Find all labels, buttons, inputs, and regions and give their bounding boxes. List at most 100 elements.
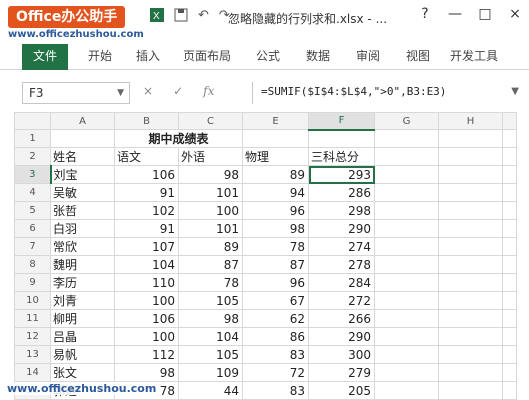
cell[interactable]	[374, 291, 439, 310]
cell[interactable]	[438, 381, 503, 400]
cell-name[interactable]: 张哲	[50, 201, 115, 220]
cell-english[interactable]: 105	[178, 345, 243, 364]
cell-english[interactable]: 101	[178, 219, 243, 238]
cell-physics[interactable]: 94	[242, 183, 309, 202]
cell[interactable]	[374, 273, 439, 292]
row-header[interactable]: 8	[14, 255, 51, 274]
cell[interactable]	[50, 129, 115, 148]
restore-button[interactable]: □	[477, 6, 493, 22]
column-header-e[interactable]: E	[242, 112, 309, 130]
cell-name[interactable]: 柳明	[50, 309, 115, 328]
cell[interactable]	[374, 219, 439, 238]
cell-total[interactable]: 293	[308, 165, 375, 184]
cell-physics[interactable]: 96	[242, 201, 309, 220]
cell[interactable]	[502, 219, 517, 238]
cell-english[interactable]: 89	[178, 237, 243, 256]
cell[interactable]	[438, 255, 503, 274]
cell-english[interactable]: 78	[178, 273, 243, 292]
cell[interactable]	[374, 327, 439, 346]
cell[interactable]	[374, 147, 439, 166]
cell-english[interactable]: 101	[178, 183, 243, 202]
cell[interactable]	[438, 129, 503, 148]
row-header[interactable]: 3	[14, 165, 52, 184]
cell-name[interactable]: 吴敏	[50, 183, 115, 202]
cell-total[interactable]: 279	[308, 363, 375, 382]
tab-data[interactable]: 数据	[298, 46, 338, 70]
cell-total[interactable]: 290	[308, 327, 375, 346]
cell-name[interactable]: 刘青	[50, 291, 115, 310]
row-header[interactable]: 12	[14, 327, 51, 346]
cell[interactable]	[438, 273, 503, 292]
cell[interactable]	[502, 201, 517, 220]
sheet-title[interactable]: 期中成绩表	[114, 129, 243, 148]
cell[interactable]	[438, 237, 503, 256]
row-header[interactable]: 13	[14, 345, 51, 364]
cell-total[interactable]: 298	[308, 201, 375, 220]
cell[interactable]	[374, 165, 439, 184]
cell-chinese[interactable]: 107	[114, 237, 179, 256]
cell[interactable]	[438, 183, 503, 202]
tab-formulas[interactable]: 公式	[248, 46, 288, 70]
cell-chinese[interactable]: 104	[114, 255, 179, 274]
row-header[interactable]: 1	[14, 129, 51, 148]
tab-home[interactable]: 开始	[80, 46, 120, 70]
header-cell-physics[interactable]: 物理	[242, 147, 309, 166]
cell[interactable]	[438, 327, 503, 346]
cell[interactable]	[502, 273, 517, 292]
cell-physics[interactable]: 72	[242, 363, 309, 382]
cell-english[interactable]: 98	[178, 165, 243, 184]
cell-chinese[interactable]: 100	[114, 291, 179, 310]
cell-total[interactable]: 290	[308, 219, 375, 238]
row-header[interactable]: 9	[14, 273, 51, 292]
header-cell-chinese[interactable]: 语文	[114, 147, 179, 166]
cell[interactable]	[438, 309, 503, 328]
tab-view[interactable]: 视图	[398, 46, 438, 70]
tab-insert[interactable]: 插入	[128, 46, 168, 70]
cell-physics[interactable]: 86	[242, 327, 309, 346]
cell[interactable]	[438, 219, 503, 238]
cell-chinese[interactable]: 98	[114, 363, 179, 382]
cell-chinese[interactable]: 91	[114, 219, 179, 238]
cell-physics[interactable]: 62	[242, 309, 309, 328]
row-header[interactable]: 7	[14, 237, 51, 256]
cell-english[interactable]: 44	[178, 381, 243, 400]
help-button[interactable]: ?	[417, 6, 433, 22]
header-cell-total[interactable]: 三科总分	[308, 147, 375, 166]
column-header-a[interactable]: A	[50, 112, 115, 130]
cell-physics[interactable]: 83	[242, 381, 309, 400]
cell[interactable]	[502, 129, 517, 148]
cell[interactable]	[502, 255, 517, 274]
cell[interactable]	[438, 291, 503, 310]
cell[interactable]	[502, 147, 517, 166]
cell[interactable]	[374, 201, 439, 220]
cell-physics[interactable]: 67	[242, 291, 309, 310]
column-header-h[interactable]: H	[438, 112, 503, 130]
cell-total[interactable]: 274	[308, 237, 375, 256]
column-header-f[interactable]: F	[308, 112, 375, 131]
cell-physics[interactable]: 78	[242, 237, 309, 256]
cell[interactable]	[374, 345, 439, 364]
cell-chinese[interactable]: 110	[114, 273, 179, 292]
column-header-b[interactable]: B	[114, 112, 179, 130]
cell[interactable]	[502, 327, 517, 346]
cell-total[interactable]: 205	[308, 381, 375, 400]
cell[interactable]	[502, 237, 517, 256]
cell[interactable]	[308, 129, 375, 148]
cell[interactable]	[374, 309, 439, 328]
cell[interactable]	[374, 129, 439, 148]
cell-chinese[interactable]: 100	[114, 327, 179, 346]
cell-name[interactable]: 魏明	[50, 255, 115, 274]
cell[interactable]	[374, 381, 439, 400]
cell-chinese[interactable]: 91	[114, 183, 179, 202]
cell[interactable]	[242, 129, 309, 148]
row-header[interactable]: 4	[14, 183, 51, 202]
save-icon[interactable]	[174, 8, 188, 26]
cell[interactable]	[502, 381, 517, 400]
chevron-down-icon[interactable]: ▼	[117, 83, 124, 103]
minimize-button[interactable]: —	[447, 6, 463, 22]
cell-name[interactable]: 刘宝	[50, 165, 115, 184]
cell-physics[interactable]: 83	[242, 345, 309, 364]
enter-icon[interactable]: ✓	[173, 84, 183, 98]
name-box[interactable]: F3 ▼	[22, 82, 130, 104]
cell[interactable]	[502, 345, 517, 364]
